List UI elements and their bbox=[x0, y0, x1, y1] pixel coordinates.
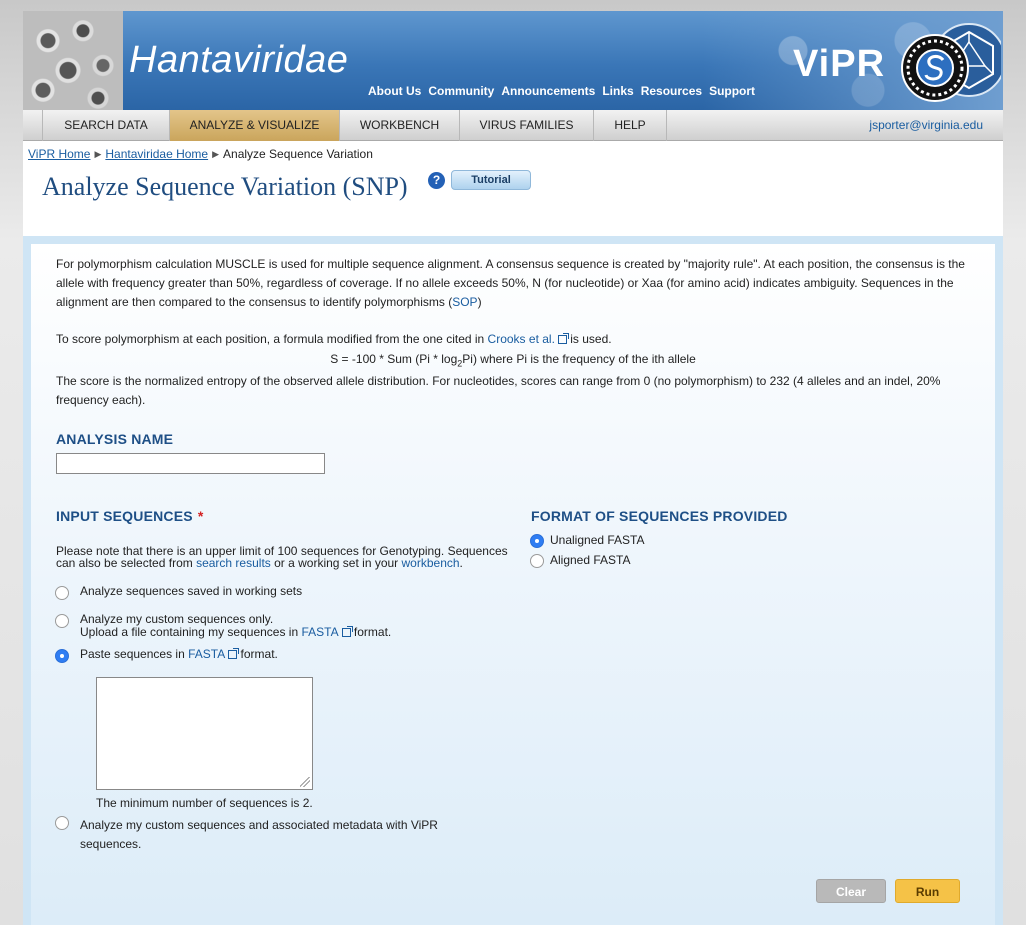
radio-aligned-fasta[interactable] bbox=[530, 554, 544, 568]
link-announcements[interactable]: Announcements bbox=[501, 84, 595, 98]
link-resources[interactable]: Resources bbox=[641, 84, 702, 98]
breadcrumb-family-home[interactable]: Hantaviridae Home bbox=[105, 147, 208, 161]
nav-virus-families[interactable]: VIRUS FAMILIES bbox=[460, 110, 594, 141]
option-custom-sequences-label: Analyze my custom sequences only. Upload… bbox=[80, 613, 391, 639]
search-results-link[interactable]: search results bbox=[196, 556, 271, 570]
workbench-link[interactable]: workbench bbox=[402, 556, 460, 570]
paste-text: Paste sequences in bbox=[80, 647, 189, 661]
link-community[interactable]: Community bbox=[428, 84, 494, 98]
fasta-link[interactable]: FASTA bbox=[301, 625, 338, 639]
radio-unaligned-fasta[interactable] bbox=[530, 534, 544, 548]
fasta-link[interactable]: FASTA bbox=[188, 647, 225, 661]
user-email-link[interactable]: jsporter@virginia.edu bbox=[869, 110, 983, 141]
custom-line-2: Upload a file containing my sequences in… bbox=[80, 626, 391, 639]
vipr-logo[interactable]: ViPR bbox=[793, 43, 885, 86]
external-link-icon bbox=[228, 648, 240, 660]
formula-text: Pi) where Pi is the frequency of the ith… bbox=[462, 352, 696, 366]
intro-text: For polymorphism calculation MUSCLE is u… bbox=[56, 257, 965, 309]
breadcrumb-current: Analyze Sequence Variation bbox=[223, 147, 373, 161]
entropy-formula: S = -100 * Sum (Pi * log2Pi) where Pi is… bbox=[0, 352, 1026, 368]
breadcrumb-vipr-home[interactable]: ViPR Home bbox=[28, 147, 90, 161]
nav-search-data[interactable]: SEARCH DATA bbox=[43, 110, 170, 141]
page-title: Analyze Sequence Variation (SNP) bbox=[42, 172, 408, 201]
custom-line-2-text: Upload a file containing my sequences in bbox=[80, 625, 302, 639]
required-marker: * bbox=[197, 508, 204, 524]
analysis-name-heading: ANALYSIS NAME bbox=[56, 431, 174, 447]
metadata-line-2: sequences. bbox=[80, 837, 142, 851]
option-working-sets-label: Analyze sequences saved in working sets bbox=[80, 584, 303, 598]
clear-button[interactable]: Clear bbox=[816, 879, 886, 903]
note-text: . bbox=[459, 556, 463, 570]
note-text: or a working set in your bbox=[270, 556, 402, 570]
breadcrumb-separator-icon: ▶ bbox=[212, 148, 220, 159]
top-links: About Us Community Announcements Links R… bbox=[368, 84, 755, 98]
paste-sequences-textarea[interactable] bbox=[96, 677, 313, 790]
link-support[interactable]: Support bbox=[709, 84, 755, 98]
main-nav: SEARCH DATA ANALYZE & VISUALIZE WORKBENC… bbox=[23, 110, 1003, 141]
radio-working-sets[interactable] bbox=[55, 586, 69, 600]
help-icon[interactable]: ? bbox=[428, 172, 445, 189]
resize-grip-icon[interactable] bbox=[300, 777, 310, 787]
nav-analyze-visualize[interactable]: ANALYZE & VISUALIZE bbox=[170, 110, 340, 141]
nav-workbench[interactable]: WORKBENCH bbox=[340, 110, 460, 141]
crooks-link[interactable]: Crooks et al. bbox=[488, 332, 555, 346]
radio-custom-metadata[interactable] bbox=[55, 816, 69, 830]
intro-text: To score polymorphism at each position, … bbox=[56, 332, 488, 346]
external-link-icon bbox=[557, 333, 569, 345]
run-button[interactable]: Run bbox=[895, 879, 960, 903]
radio-custom-sequences[interactable] bbox=[55, 614, 69, 628]
site-banner: Hantaviridae About Us Community Announce… bbox=[23, 11, 1003, 110]
sop-link[interactable]: SOP bbox=[452, 295, 477, 309]
nav-help[interactable]: HELP bbox=[594, 110, 667, 141]
vipr-emblem-icon bbox=[901, 23, 1001, 102]
formula-text: S = -100 * Sum (Pi * log bbox=[330, 352, 458, 366]
tutorial-button[interactable]: Tutorial bbox=[451, 170, 531, 190]
radio-paste-sequences[interactable] bbox=[55, 649, 69, 663]
intro-text: is used. bbox=[566, 332, 612, 346]
format-heading: FORMAT OF SEQUENCES PROVIDED bbox=[531, 508, 788, 524]
aligned-fasta-label: Aligned FASTA bbox=[550, 553, 631, 567]
family-title: Hantaviridae bbox=[129, 39, 349, 81]
external-link-icon bbox=[341, 626, 353, 638]
intro-text-end: ) bbox=[477, 295, 482, 309]
nav-spacer bbox=[23, 110, 43, 141]
minimum-sequences-note: The minimum number of sequences is 2. bbox=[96, 796, 313, 810]
sequence-limit-note: Please note that there is an upper limit… bbox=[56, 545, 511, 569]
intro-paragraph-2: To score polymorphism at each position, … bbox=[56, 332, 612, 346]
format-text: format. bbox=[350, 625, 392, 639]
metadata-line-1: Analyze my custom sequences and associat… bbox=[80, 818, 438, 832]
breadcrumb-separator-icon: ▶ bbox=[94, 148, 102, 159]
input-sequences-heading: INPUT SEQUENCES * bbox=[56, 508, 203, 524]
input-sequences-heading-text: INPUT SEQUENCES bbox=[56, 508, 193, 524]
option-paste-sequences-label: Paste sequences in FASTA format. bbox=[80, 648, 278, 661]
unaligned-fasta-label: Unaligned FASTA bbox=[550, 533, 645, 547]
paste-text-end: format. bbox=[237, 647, 278, 661]
link-links[interactable]: Links bbox=[602, 84, 633, 98]
intro-paragraph-3: The score is the normalized entropy of t… bbox=[56, 374, 941, 407]
intro-paragraph-1: For polymorphism calculation MUSCLE is u… bbox=[56, 255, 970, 312]
analysis-name-input[interactable] bbox=[56, 453, 325, 474]
link-about-us[interactable]: About Us bbox=[368, 84, 421, 98]
breadcrumb: ViPR Home ▶ Hantaviridae Home ▶ Analyze … bbox=[28, 147, 373, 161]
option-custom-metadata-label: Analyze my custom sequences and associat… bbox=[80, 816, 438, 854]
virus-micrograph-image bbox=[23, 11, 123, 110]
